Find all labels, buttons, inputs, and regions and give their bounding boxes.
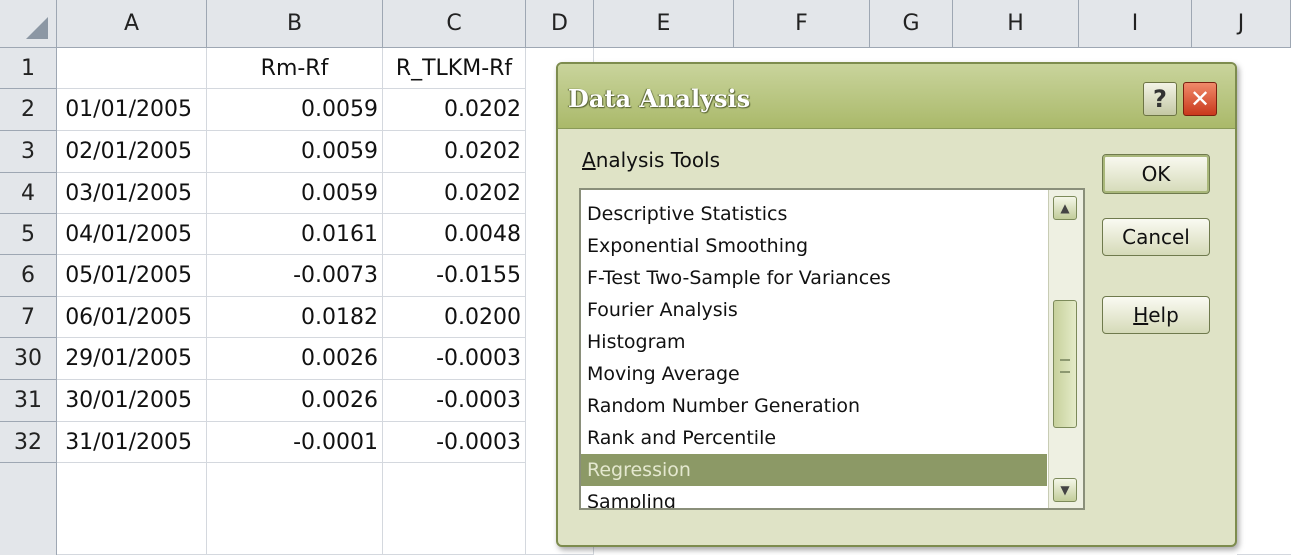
row-header-31[interactable]: 31 [0, 380, 57, 422]
scroll-up-arrow-icon[interactable]: ▲ [1053, 196, 1077, 220]
cell-date[interactable]: 06/01/2005 [57, 297, 207, 338]
data-analysis-dialog: Data Analysis ? ✕ Analysis Tools Descrip… [556, 62, 1237, 547]
cell-date[interactable]: 30/01/2005 [57, 380, 207, 422]
list-item-f-test[interactable]: F-Test Two-Sample for Variances [581, 262, 1047, 294]
column-header-a[interactable]: A [57, 0, 207, 48]
analysis-tools-mnemonic: A [582, 148, 596, 172]
help-button[interactable]: Help [1102, 296, 1210, 334]
cell-rm-rf[interactable]: 0.0026 [207, 380, 383, 422]
column-header-i[interactable]: I [1079, 0, 1192, 48]
list-item-regression-selected[interactable]: Regression [581, 454, 1047, 486]
cell-r-tlkm-rf[interactable]: 0.0048 [383, 214, 526, 255]
cell-a1[interactable] [57, 48, 207, 89]
list-item-moving-average[interactable]: Moving Average [581, 358, 1047, 390]
column-header-e[interactable]: E [594, 0, 734, 48]
list-item-random-number-generation[interactable]: Random Number Generation [581, 390, 1047, 422]
cell-date[interactable]: 04/01/2005 [57, 214, 207, 255]
column-header-b[interactable]: B [207, 0, 383, 48]
cell-b1[interactable]: Rm-Rf [207, 48, 383, 89]
cell-c1[interactable]: R_TLKM-Rf [383, 48, 526, 89]
list-item-descriptive-statistics[interactable]: Descriptive Statistics [581, 198, 1047, 230]
empty-cell[interactable] [207, 463, 383, 555]
cell-date[interactable]: 05/01/2005 [57, 255, 207, 297]
cell-r-tlkm-rf[interactable]: -0.0003 [383, 338, 526, 380]
help-question-icon[interactable]: ? [1143, 82, 1177, 116]
help-button-text: elp [1148, 303, 1179, 327]
cell-rm-rf[interactable]: 0.0059 [207, 131, 383, 173]
cell-rm-rf[interactable]: -0.0001 [207, 422, 383, 463]
column-header-g[interactable]: G [870, 0, 953, 48]
list-item-sampling[interactable]: Sampling [581, 486, 1047, 508]
dialog-titlebar[interactable]: Data Analysis ? ✕ [558, 64, 1235, 129]
analysis-tools-label: Analysis Tools [582, 148, 720, 172]
column-header-c[interactable]: C [383, 0, 526, 48]
row-header-1[interactable]: 1 [0, 48, 57, 89]
help-mnemonic: H [1133, 303, 1149, 327]
cell-r-tlkm-rf[interactable]: -0.0155 [383, 255, 526, 297]
cell-rm-rf[interactable]: 0.0182 [207, 297, 383, 338]
cell-rm-rf[interactable]: 0.0161 [207, 214, 383, 255]
cell-rm-rf[interactable]: -0.0073 [207, 255, 383, 297]
empty-cell[interactable] [383, 463, 526, 555]
thumb-grip-icon [1060, 359, 1070, 373]
row-header-7[interactable]: 7 [0, 297, 57, 338]
dialog-title: Data Analysis [568, 84, 751, 113]
column-header-j[interactable]: J [1192, 0, 1291, 48]
cell-r-tlkm-rf[interactable]: 0.0202 [383, 89, 526, 131]
column-header-d[interactable]: D [526, 0, 594, 48]
list-item-exponential-smoothing[interactable]: Exponential Smoothing [581, 230, 1047, 262]
column-header-f[interactable]: F [734, 0, 870, 48]
ok-button[interactable]: OK [1102, 154, 1210, 194]
row-header-empty [0, 463, 57, 555]
cell-date[interactable]: 03/01/2005 [57, 173, 207, 214]
row-header-3[interactable]: 3 [0, 131, 57, 173]
cell-rm-rf[interactable]: 0.0026 [207, 338, 383, 380]
analysis-tools-list: Descriptive Statistics Exponential Smoot… [581, 198, 1047, 508]
cell-date[interactable]: 02/01/2005 [57, 131, 207, 173]
row-header-30[interactable]: 30 [0, 338, 57, 380]
select-all-corner[interactable] [0, 0, 57, 48]
cancel-button[interactable]: Cancel [1102, 218, 1210, 256]
cell-date[interactable]: 31/01/2005 [57, 422, 207, 463]
list-item-histogram[interactable]: Histogram [581, 326, 1047, 358]
row-header-4[interactable]: 4 [0, 173, 57, 214]
scrollbar-thumb[interactable] [1053, 300, 1077, 428]
listbox-scrollbar[interactable]: ▲ ▼ [1048, 190, 1083, 508]
cell-date[interactable]: 01/01/2005 [57, 89, 207, 131]
column-header-h[interactable]: H [953, 0, 1079, 48]
row-header-5[interactable]: 5 [0, 214, 57, 255]
list-item-fourier-analysis[interactable]: Fourier Analysis [581, 294, 1047, 326]
cell-r-tlkm-rf[interactable]: 0.0202 [383, 173, 526, 214]
analysis-tools-listbox[interactable]: Descriptive Statistics Exponential Smoot… [579, 188, 1085, 510]
close-icon[interactable]: ✕ [1183, 82, 1217, 116]
cell-r-tlkm-rf[interactable]: -0.0003 [383, 422, 526, 463]
cell-r-tlkm-rf[interactable]: -0.0003 [383, 380, 526, 422]
cell-r-tlkm-rf[interactable]: 0.0200 [383, 297, 526, 338]
row-header-2[interactable]: 2 [0, 89, 57, 131]
column-j-cells[interactable] [1237, 48, 1291, 555]
scroll-down-arrow-icon[interactable]: ▼ [1053, 478, 1077, 502]
row-header-6[interactable]: 6 [0, 255, 57, 297]
row-header-32[interactable]: 32 [0, 422, 57, 463]
cell-rm-rf[interactable]: 0.0059 [207, 89, 383, 131]
cell-rm-rf[interactable]: 0.0059 [207, 173, 383, 214]
cell-date[interactable]: 29/01/2005 [57, 338, 207, 380]
empty-cell[interactable] [57, 463, 207, 555]
analysis-tools-label-text: nalysis Tools [595, 148, 721, 172]
cell-r-tlkm-rf[interactable]: 0.0202 [383, 131, 526, 173]
list-item-rank-and-percentile[interactable]: Rank and Percentile [581, 422, 1047, 454]
